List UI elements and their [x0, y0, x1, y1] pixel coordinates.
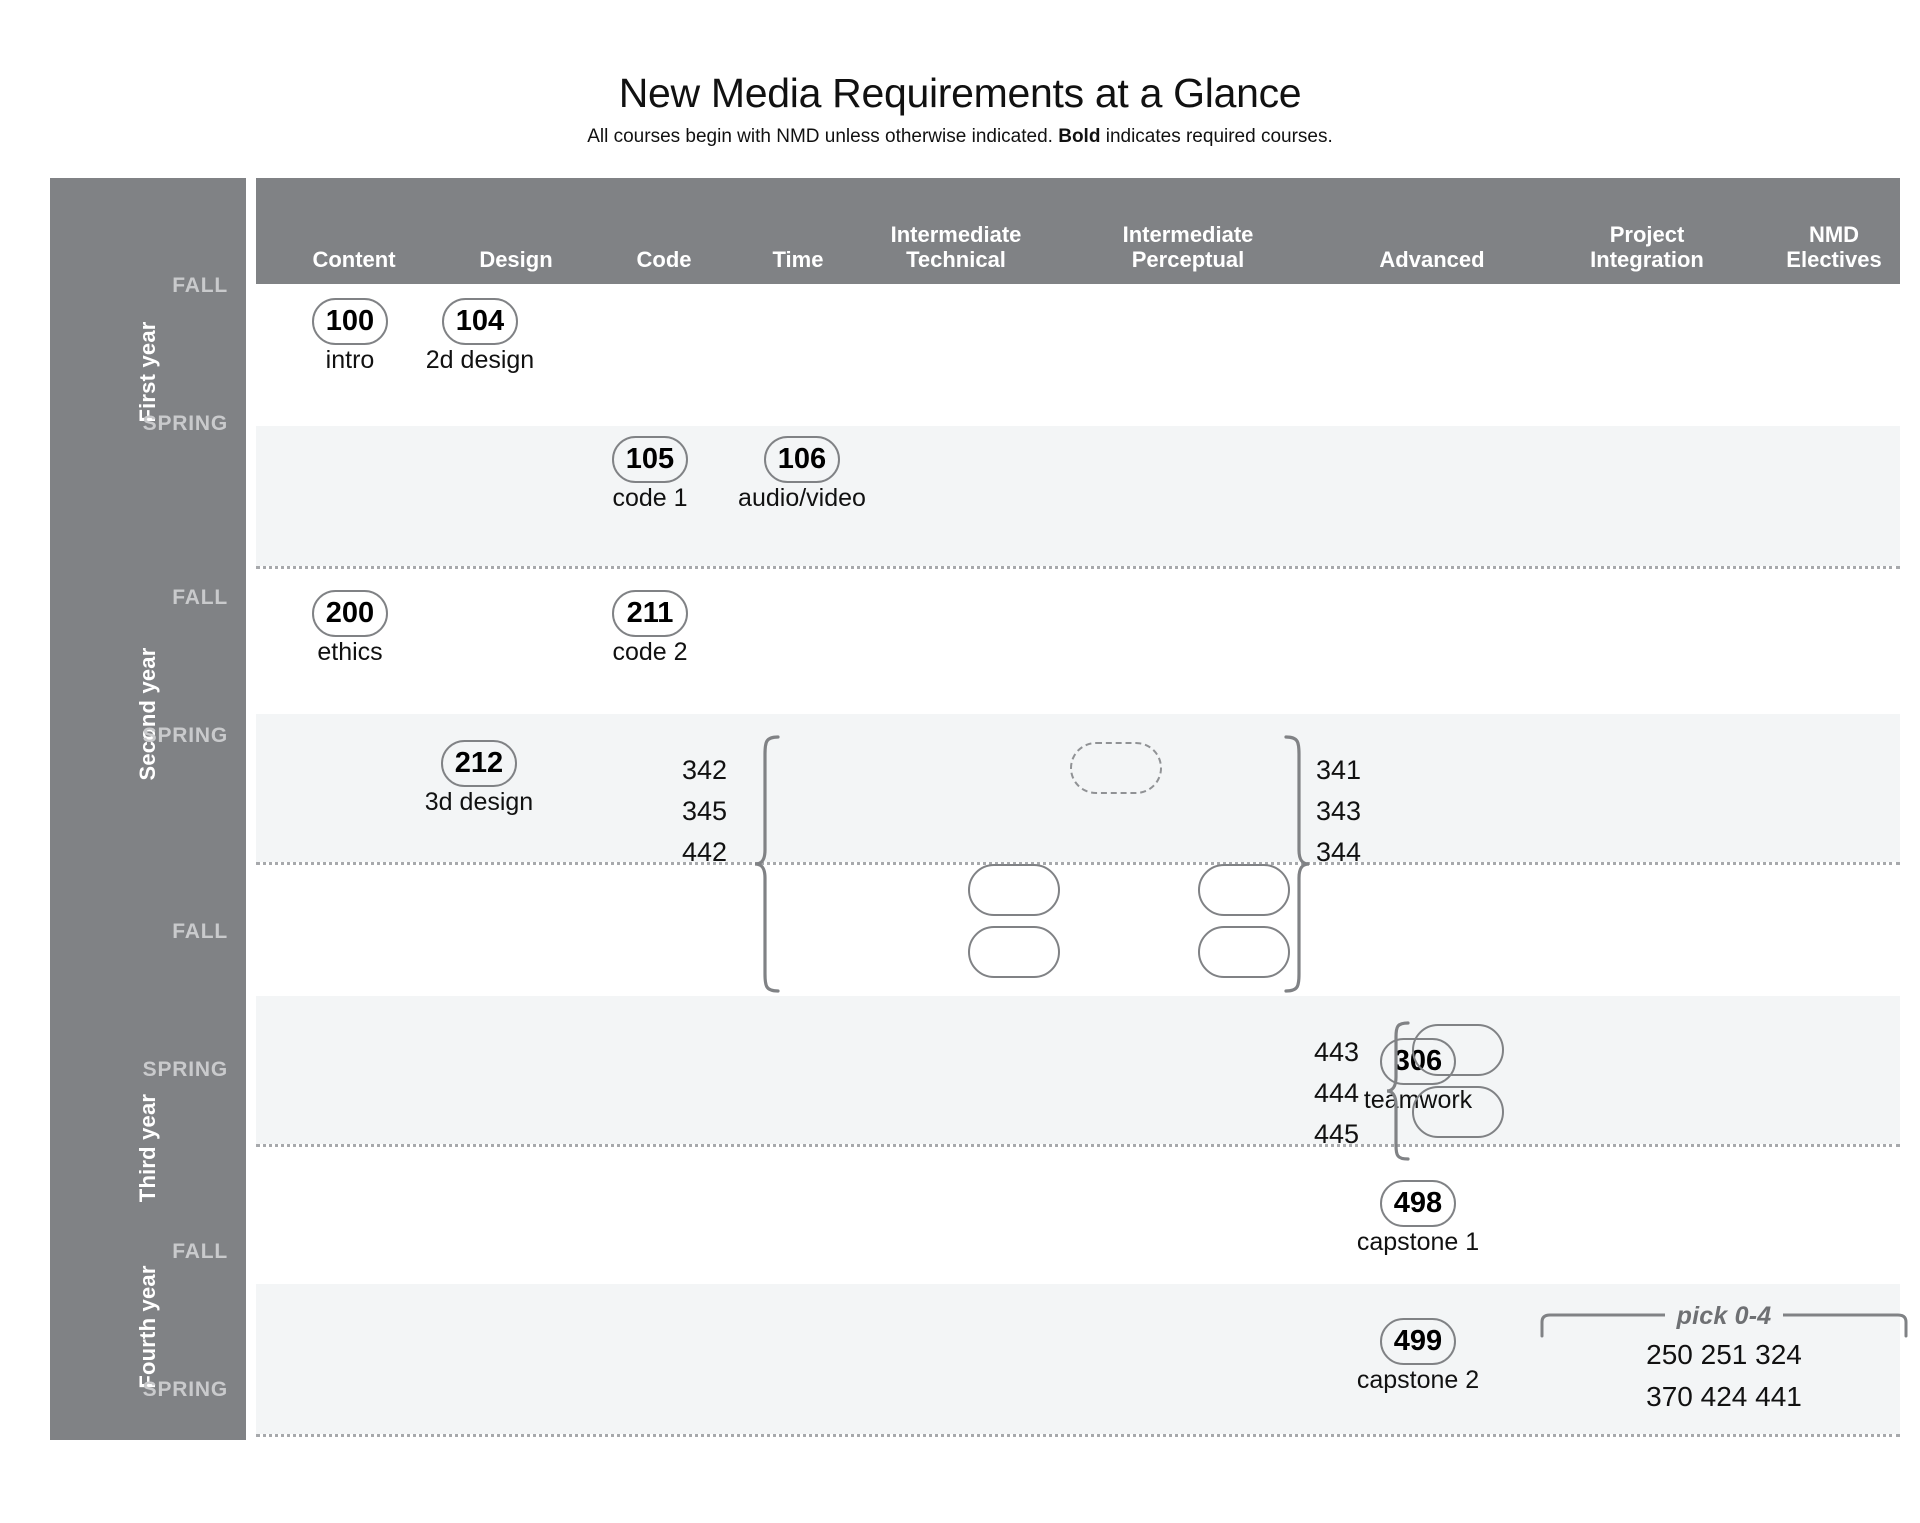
year-divider-2	[256, 862, 1900, 865]
col-head-line2: Integration	[1590, 246, 1704, 272]
requirements-grid: Content Design Code Time Intermediate Te…	[50, 178, 1908, 1440]
subtitle-post: indicates required courses.	[1100, 126, 1333, 147]
electives-row-2[interactable]: 370 424 441	[1540, 1378, 1908, 1415]
brace-intermediate-technical	[752, 734, 782, 994]
page-subtitle: All courses begin with NMD unless otherw…	[0, 126, 1920, 148]
course-name: ethics	[317, 638, 383, 666]
course-106[interactable]: 106 audio/video	[714, 436, 890, 513]
empty-slot-advanced-1[interactable]	[1412, 1024, 1504, 1076]
year-label-text: First year	[135, 321, 160, 423]
course-499[interactable]: 499 capstone 2	[1330, 1318, 1506, 1395]
row-band-y1-spring	[256, 426, 1900, 566]
course-105[interactable]: 105 code 1	[590, 436, 710, 513]
empty-slot-intermediate-technical-1[interactable]	[968, 864, 1060, 916]
course-200[interactable]: 200 ethics	[288, 590, 412, 667]
term-label-y4-fall: FALL	[172, 1240, 228, 1263]
option-343[interactable]: 343	[1316, 791, 1361, 832]
year-label-rotated: Second year	[50, 566, 246, 862]
course-number-pill: 105	[612, 436, 688, 483]
year-divider-3	[256, 1144, 1900, 1147]
year-label-rotated: First year	[50, 178, 246, 566]
col-head-line1: Intermediate	[1122, 221, 1254, 247]
column-header-intermediate-technical: Intermediate Technical	[826, 222, 1086, 272]
subtitle-bold-word: Bold	[1058, 126, 1101, 147]
course-212[interactable]: 212 3d design	[408, 740, 550, 817]
sidebar-year-fourth: Fourth year FALL SPRING	[50, 1214, 246, 1440]
sidebar-year-second: Second year FALL SPRING	[50, 566, 246, 862]
term-label-y1-spring: SPRING	[142, 412, 228, 435]
col-head-line2: Technical	[906, 246, 1006, 272]
course-name: code 1	[612, 484, 688, 512]
term-label-y3-spring: SPRING	[142, 1058, 228, 1081]
course-211[interactable]: 211 code 2	[590, 590, 710, 667]
brace-advanced	[1384, 1020, 1412, 1162]
choice-options-intermediate-technical: 342 345 442	[682, 750, 727, 873]
empty-slot-intermediate-perceptual-2[interactable]	[1198, 926, 1290, 978]
column-header-band: Content Design Code Time Intermediate Te…	[256, 178, 1900, 284]
column-header-advanced: Advanced	[1379, 246, 1485, 272]
option-442[interactable]: 442	[682, 832, 727, 873]
course-name: capstone 1	[1356, 1228, 1480, 1256]
term-label-y2-fall: FALL	[172, 586, 228, 609]
year-label-text: Fourth year	[135, 1265, 160, 1389]
course-name: capstone 2	[1356, 1366, 1480, 1394]
choice-options-advanced: 443 444 445	[1314, 1032, 1359, 1155]
page-title: New Media Requirements at a Glance	[618, 70, 1302, 116]
option-342[interactable]: 342	[682, 750, 727, 791]
term-label-y1-fall: FALL	[172, 274, 228, 297]
empty-slot-intermediate-perceptual-1[interactable]	[1198, 864, 1290, 916]
electives-pick-label: pick 0-4	[1540, 1302, 1908, 1331]
electives-row-1[interactable]: 250 251 324	[1540, 1336, 1908, 1373]
row-band-y3-spring	[256, 996, 1900, 1144]
empty-slot-intermediate-technical-dashed[interactable]	[1070, 742, 1162, 794]
year-label-text: Second year	[135, 647, 160, 781]
course-number-pill: 104	[442, 298, 518, 345]
term-label-y2-spring: SPRING	[142, 724, 228, 747]
choice-options-intermediate-perceptual: 341 343 344	[1316, 750, 1361, 873]
column-header-project-integration: Project Integration	[1534, 222, 1760, 272]
course-number-pill: 498	[1380, 1180, 1456, 1227]
col-head-line2: Electives	[1786, 246, 1882, 272]
course-name: audio/video	[738, 484, 866, 512]
course-100[interactable]: 100 intro	[290, 298, 410, 375]
course-498[interactable]: 498 capstone 1	[1330, 1180, 1506, 1257]
course-name: 2d design	[425, 346, 535, 374]
course-name: 3d design	[424, 788, 534, 816]
subtitle-pre: All courses begin with NMD unless otherw…	[587, 126, 1059, 147]
course-name: intro	[325, 346, 375, 374]
col-head-line1: Intermediate	[890, 221, 1022, 247]
course-number-pill: 211	[612, 590, 688, 637]
course-name: code 2	[612, 638, 688, 666]
option-345[interactable]: 345	[682, 791, 727, 832]
course-104[interactable]: 104 2d design	[410, 298, 550, 375]
year-divider-1	[256, 566, 1900, 569]
col-head-line1: Project	[1609, 221, 1685, 247]
option-445[interactable]: 445	[1314, 1114, 1359, 1155]
term-label-y3-fall: FALL	[172, 920, 228, 943]
option-444[interactable]: 444	[1314, 1073, 1359, 1114]
option-341[interactable]: 341	[1316, 750, 1361, 791]
course-number-pill: 200	[312, 590, 388, 637]
year-divider-4	[256, 1434, 1900, 1437]
col-head-line2: Perceptual	[1131, 246, 1245, 272]
empty-slot-advanced-2[interactable]	[1412, 1086, 1504, 1138]
column-header-nmd-electives: NMD Electives	[1736, 222, 1920, 272]
term-label-y4-spring: SPRING	[142, 1378, 228, 1401]
course-number-pill: 499	[1380, 1318, 1456, 1365]
empty-slot-intermediate-technical-2[interactable]	[968, 926, 1060, 978]
option-344[interactable]: 344	[1316, 832, 1361, 873]
column-header-intermediate-perceptual: Intermediate Perceptual	[1058, 222, 1318, 272]
option-443[interactable]: 443	[1314, 1032, 1359, 1073]
sidebar-year-first: First year FALL SPRING	[50, 178, 246, 566]
course-number-pill: 106	[764, 436, 840, 483]
course-number-pill: 212	[441, 740, 517, 787]
col-head-line1: NMD	[1808, 221, 1860, 247]
course-number-pill: 100	[312, 298, 388, 345]
